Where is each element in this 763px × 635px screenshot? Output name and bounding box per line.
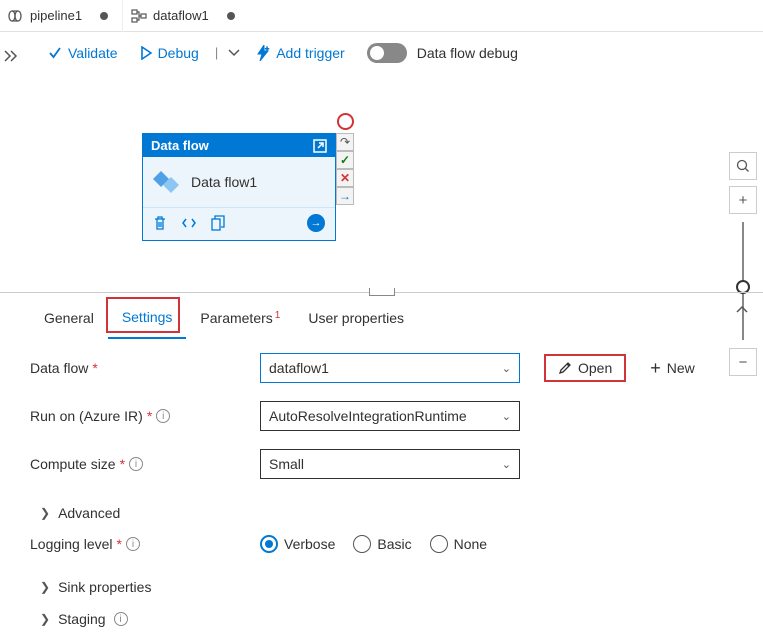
sink-properties-expander[interactable]: ❯ Sink properties — [30, 571, 763, 603]
status-skip-icon[interactable]: → — [336, 187, 354, 205]
tab-settings[interactable]: Settings — [108, 299, 187, 339]
advanced-label: Advanced — [58, 505, 120, 521]
chevron-right-icon: ❯ — [40, 580, 50, 594]
file-tab-pipeline[interactable]: pipeline1 — [0, 0, 122, 32]
info-icon[interactable]: i — [114, 612, 128, 626]
activity-footer: → — [143, 207, 335, 240]
selection-handle-icon — [337, 113, 354, 130]
chevron-right-icon: ❯ — [40, 612, 50, 626]
advanced-expander[interactable]: ❯ Advanced — [30, 497, 763, 529]
unsaved-dot-icon — [100, 12, 108, 20]
tab-parameters[interactable]: Parameters1 — [186, 300, 294, 338]
chevron-down-icon: ⌄ — [502, 410, 511, 423]
file-tab-label: dataflow1 — [153, 8, 209, 23]
status-restore-icon[interactable]: ↷ — [336, 133, 354, 151]
file-tab-dataflow[interactable]: dataflow1 — [122, 0, 249, 32]
svg-text:+: + — [265, 46, 269, 53]
file-tab-bar: pipeline1 dataflow1 — [0, 0, 763, 32]
activity-header: Data flow — [143, 134, 335, 157]
open-label: Open — [578, 360, 612, 376]
status-success-icon[interactable]: ✓ — [336, 151, 354, 169]
logging-radio-none[interactable]: None — [430, 535, 487, 553]
info-icon[interactable]: i — [126, 537, 140, 551]
add-trigger-button[interactable]: + Add trigger — [248, 41, 352, 65]
run-activity-icon[interactable]: → — [307, 214, 325, 232]
zoom-in-icon[interactable]: + — [729, 186, 757, 214]
sink-properties-label: Sink properties — [58, 579, 151, 595]
dataflow-select-value: dataflow1 — [269, 360, 329, 376]
code-icon[interactable] — [181, 216, 197, 230]
new-button[interactable]: + New — [650, 358, 695, 379]
expand-panel-icon[interactable] — [4, 46, 34, 62]
pencil-icon — [558, 361, 572, 375]
settings-form: Data flow * dataflow1 ⌄ Open + New Run o… — [0, 339, 763, 635]
separator: | — [213, 45, 220, 60]
runon-select[interactable]: AutoResolveIntegrationRuntime ⌄ — [260, 401, 520, 431]
unsaved-dot-icon — [227, 12, 235, 20]
pipeline-canvas[interactable]: Data flow Data flow1 → ↷ ✓ ✕ → + − — [0, 74, 763, 292]
staging-label: Staging — [58, 611, 105, 627]
debug-button[interactable]: Debug — [132, 41, 207, 65]
data-flow-debug-toggle[interactable] — [367, 43, 407, 63]
compute-select[interactable]: Small ⌄ — [260, 449, 520, 479]
toolbar: Validate Debug | + Add trigger Data flow… — [0, 32, 763, 74]
compute-field-label: Compute size * i — [30, 456, 260, 472]
open-external-icon[interactable] — [313, 139, 327, 153]
logging-radio-verbose[interactable]: Verbose — [260, 535, 335, 553]
validate-label: Validate — [68, 45, 118, 61]
file-tab-label: pipeline1 — [30, 8, 82, 23]
info-icon[interactable]: i — [156, 409, 170, 423]
properties-panel: General Settings Parameters1 User proper… — [0, 292, 763, 635]
navigator-icon[interactable] — [729, 152, 757, 180]
info-icon[interactable]: i — [129, 457, 143, 471]
collapse-panel-icon[interactable] — [735, 305, 749, 315]
plus-icon: + — [650, 358, 661, 379]
panel-tab-bar: General Settings Parameters1 User proper… — [0, 293, 763, 339]
status-fail-icon[interactable]: ✕ — [336, 169, 354, 187]
compute-select-value: Small — [269, 456, 304, 472]
debug-label: Debug — [158, 45, 199, 61]
dataflow-activity-icon — [153, 169, 181, 195]
chevron-down-icon: ⌄ — [502, 362, 511, 375]
tab-user-properties[interactable]: User properties — [294, 300, 418, 338]
activity-name: Data flow1 — [191, 174, 257, 190]
dataflow-field-label: Data flow * — [30, 360, 260, 376]
open-button[interactable]: Open — [544, 354, 626, 382]
staging-expander[interactable]: ❯ Staging i — [30, 603, 763, 635]
pipeline-icon — [8, 10, 24, 22]
activity-status-strip: ↷ ✓ ✕ → — [336, 133, 354, 205]
activity-type: Data flow — [151, 138, 209, 153]
runon-select-value: AutoResolveIntegrationRuntime — [269, 408, 467, 424]
activity-body: Data flow1 — [143, 157, 335, 207]
dataflow-icon — [131, 9, 147, 23]
tab-general[interactable]: General — [30, 300, 108, 338]
delete-icon[interactable] — [153, 215, 167, 231]
add-trigger-label: Add trigger — [276, 45, 344, 61]
copy-icon[interactable] — [211, 215, 225, 231]
dataflow-select[interactable]: dataflow1 ⌄ — [260, 353, 520, 383]
chevron-down-icon: ⌄ — [502, 458, 511, 471]
activity-card[interactable]: Data flow Data flow1 → — [142, 133, 336, 241]
new-label: New — [667, 360, 695, 376]
logging-radio-group: Verbose Basic None — [260, 535, 487, 553]
debug-dropdown[interactable] — [226, 45, 242, 61]
validate-button[interactable]: Validate — [40, 41, 126, 65]
logging-field-label: Logging level * i — [30, 536, 260, 552]
logging-radio-basic[interactable]: Basic — [353, 535, 411, 553]
chevron-right-icon: ❯ — [40, 506, 50, 520]
runon-field-label: Run on (Azure IR) * i — [30, 408, 260, 424]
data-flow-debug-label: Data flow debug — [417, 45, 518, 61]
